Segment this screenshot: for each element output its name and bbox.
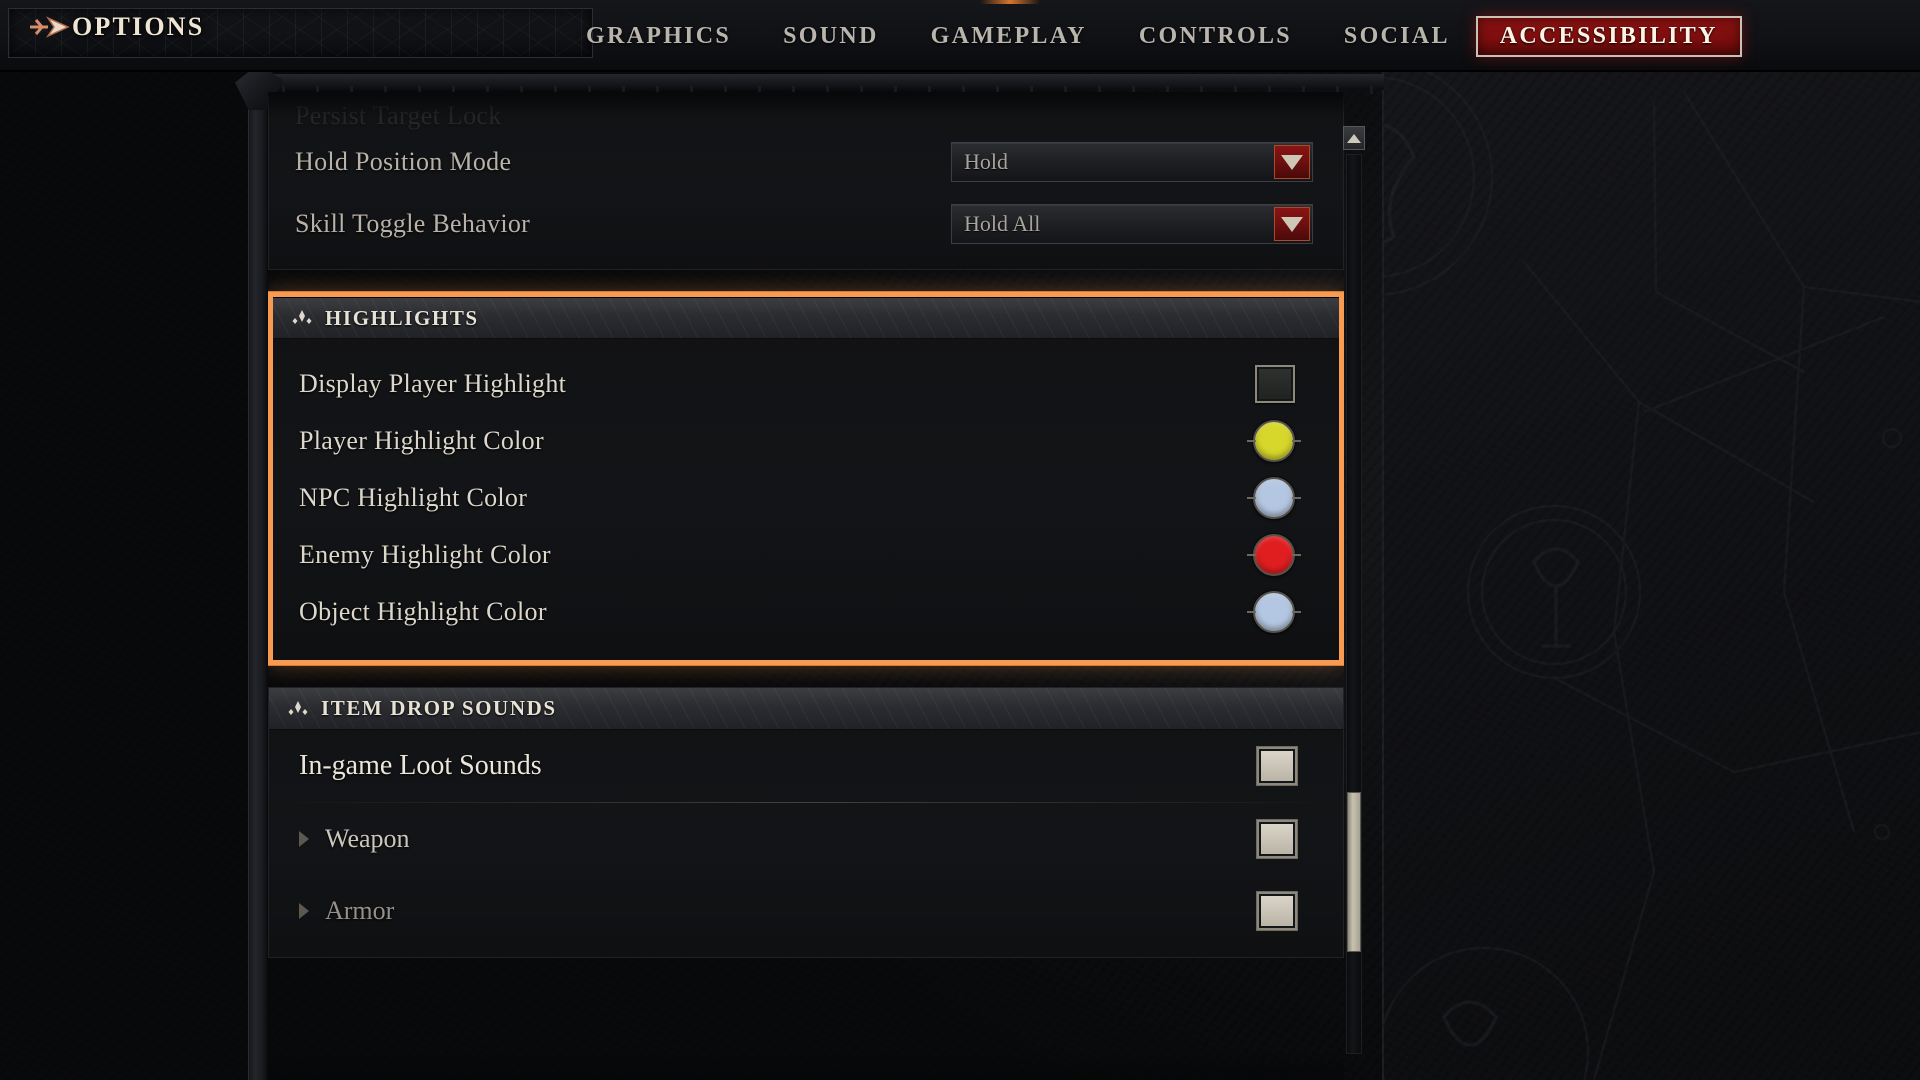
expand-caret-icon[interactable] [299,903,309,919]
panel-frame-left [248,74,268,1080]
armor-checkbox[interactable] [1257,892,1297,930]
chevron-down-icon[interactable] [1274,207,1310,241]
weapon-label: Weapon [325,824,410,853]
options-screen: OPTIONS GRAPHICS SOUND GAMEPLAY CONTROLS… [0,0,1920,1080]
tab-graphics[interactable]: GRAPHICS [560,17,757,56]
enemy-highlight-color-swatch[interactable] [1247,533,1301,576]
object-highlight-color-swatch[interactable] [1247,590,1301,633]
tab-gameplay[interactable]: GAMEPLAY [905,17,1113,56]
highlights-rows: Display Player Highlight Player Highligh… [273,339,1339,660]
triangle-down-glyph [1281,216,1303,232]
gameplay-controls-panel: Persist Target Lock Hold Position Mode H… [268,92,1344,270]
scroll-up-button[interactable] [1343,126,1365,150]
item-drop-sounds-rows: In-game Loot Sounds Weapon Armor [269,730,1343,957]
tab-social[interactable]: SOCIAL [1318,17,1476,56]
row-hold-position-mode[interactable]: Hold Position Mode Hold [269,131,1343,193]
weapon-checkbox[interactable] [1257,820,1297,858]
hold-position-mode-value: Hold [964,149,1008,174]
highlights-section: HIGHLIGHTS Display Player Highlight Play… [268,292,1344,665]
chevron-up-icon [1347,133,1361,143]
object-highlight-color-label: Object Highlight Color [299,596,547,626]
clipped-row-persist-target-lock[interactable]: Persist Target Lock [269,101,1343,131]
item-drop-sounds-section-header: ITEM DROP SOUNDS [269,688,1343,730]
player-highlight-color-swatch[interactable] [1247,419,1301,462]
settings-tabs: GRAPHICS SOUND GAMEPLAY CONTROLS SOCIAL … [560,0,1742,72]
decorative-side-panel [1382,72,1920,1080]
enemy-highlight-color-label: Enemy Highlight Color [299,539,551,569]
expand-caret-icon[interactable] [299,831,309,847]
highlights-section-header: HIGHLIGHTS [273,297,1339,339]
player-highlight-color-label: Player Highlight Color [299,425,544,455]
tab-controls[interactable]: CONTROLS [1113,17,1318,56]
row-enemy-highlight-color[interactable]: Enemy Highlight Color [273,526,1339,583]
clipped-row-label: Persist Target Lock [295,101,502,130]
row-npc-highlight-color[interactable]: NPC Highlight Color [273,469,1339,526]
hold-position-mode-dropdown[interactable]: Hold [951,142,1313,182]
panel-frame-top [248,74,1384,94]
options-title: OPTIONS [72,12,205,41]
skill-toggle-behavior-label: Skill Toggle Behavior [295,209,531,238]
tab-accessibility[interactable]: ACCESSIBILITY [1475,15,1742,57]
arrow-right-icon [30,16,70,38]
highlights-section-title: HIGHLIGHTS [325,305,479,330]
scrollbar-thumb[interactable] [1347,792,1361,952]
row-armor[interactable]: Armor [269,875,1343,947]
armor-label: Armor [325,896,395,925]
triangle-down-glyph [1281,154,1303,170]
settings-scrollbar[interactable] [1343,126,1365,1080]
top-navigation-bar: OPTIONS GRAPHICS SOUND GAMEPLAY CONTROLS… [0,0,1920,72]
row-player-highlight-color[interactable]: Player Highlight Color [273,412,1339,469]
tab-sound[interactable]: SOUND [757,17,905,56]
npc-highlight-color-label: NPC Highlight Color [299,482,528,512]
npc-highlight-color-swatch[interactable] [1247,476,1301,519]
display-player-highlight-label: Display Player Highlight [299,368,567,398]
ingame-loot-sounds-checkbox[interactable] [1257,747,1297,785]
ingame-loot-sounds-label: In-game Loot Sounds [299,750,542,781]
row-display-player-highlight[interactable]: Display Player Highlight [273,355,1339,412]
diamond-cluster-icon [288,700,308,715]
diamond-cluster-icon [292,310,312,324]
skill-toggle-behavior-dropdown[interactable]: Hold All [951,204,1313,244]
item-drop-sounds-section: ITEM DROP SOUNDS In-game Loot Sounds Wea… [268,687,1344,958]
skill-toggle-behavior-value: Hold All [964,211,1041,236]
row-weapon[interactable]: Weapon [269,803,1343,875]
settings-scroll-content[interactable]: Persist Target Lock Hold Position Mode H… [268,92,1344,1080]
item-drop-sounds-section-title: ITEM DROP SOUNDS [321,696,557,720]
row-ingame-loot-sounds[interactable]: In-game Loot Sounds [269,730,1343,802]
chevron-down-icon[interactable] [1274,145,1310,179]
hold-position-mode-label: Hold Position Mode [295,147,512,176]
row-object-highlight-color[interactable]: Object Highlight Color [273,583,1339,640]
display-player-highlight-checkbox[interactable] [1255,364,1295,403]
row-skill-toggle-behavior[interactable]: Skill Toggle Behavior Hold All [269,193,1343,255]
sigil-map-pattern-icon [1384,72,1920,1080]
